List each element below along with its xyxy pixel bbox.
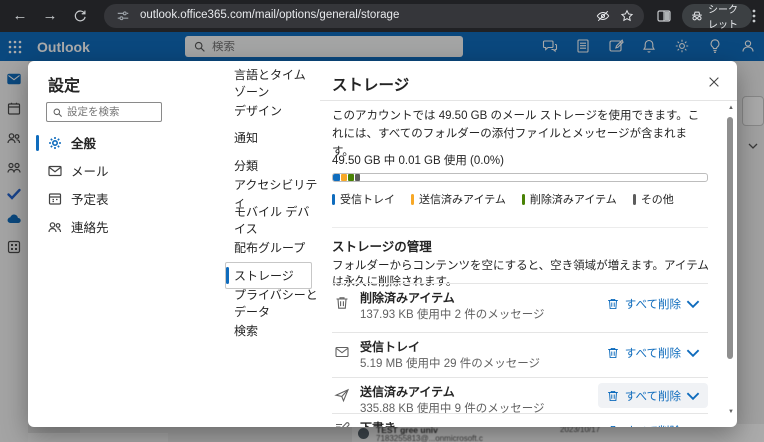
legend-mark bbox=[332, 194, 335, 205]
delete-all-label: すべて削除 bbox=[625, 388, 681, 404]
legend-mark bbox=[633, 194, 636, 205]
browser-back-button[interactable]: ← bbox=[10, 6, 30, 26]
storage-usage-bar bbox=[332, 173, 708, 182]
settings-nav-general[interactable]: 全般 bbox=[36, 129, 204, 156]
url-text: outlook.office365.com/mail/options/gener… bbox=[140, 9, 399, 21]
site-info-tune-icon[interactable] bbox=[116, 9, 130, 23]
inbox-mail-icon bbox=[334, 344, 350, 360]
management-title: ストレージの管理 bbox=[332, 236, 432, 255]
legend-item: その他 bbox=[633, 191, 674, 207]
incognito-label: シークレット bbox=[708, 1, 744, 31]
browser-menu-dots-icon[interactable] bbox=[752, 8, 756, 24]
storage-panel: ストレージ このアカウントでは 49.50 GB のメール ストレージを使用でき… bbox=[320, 61, 737, 427]
scrollbar-down-arrow[interactable]: ▼ bbox=[728, 409, 734, 415]
legend-mark bbox=[522, 194, 525, 205]
legend-label: 送信済みアイテム bbox=[419, 191, 506, 207]
delete-all-button[interactable]: すべて削除 bbox=[598, 291, 708, 316]
browser-forward-button[interactable]: → bbox=[40, 6, 60, 26]
delete-all-button[interactable]: すべて削除 bbox=[598, 418, 708, 427]
subnav-item-privacy-data[interactable]: プライバシーとデータ bbox=[215, 289, 320, 317]
nav-label: 予定表 bbox=[71, 189, 109, 208]
settings-nav-calendar[interactable]: 予定表 bbox=[36, 185, 204, 212]
delete-all-button[interactable]: すべて削除 bbox=[598, 383, 708, 408]
divider bbox=[332, 227, 708, 228]
subnav-item-mobile-devices[interactable]: モバイル デバイス bbox=[215, 207, 320, 235]
legend-label: その他 bbox=[641, 191, 674, 207]
settings-dialog: 設定 全般 メール 予定表 連絡先 言語とタイム ゾーン デザイン 通知 分類 … bbox=[28, 61, 737, 427]
chevron-down-icon bbox=[686, 389, 700, 403]
subnav-item-search[interactable]: 検索 bbox=[215, 317, 320, 345]
usage-summary: 49.50 GB 中 0.01 GB 使用 (0.0%) bbox=[332, 152, 504, 168]
close-icon[interactable] bbox=[707, 75, 723, 91]
folder-usage: 5.19 MB 使用中 29 件のメッセージ bbox=[360, 355, 540, 371]
legend-item: 削除済みアイテム bbox=[522, 191, 617, 207]
gear-icon bbox=[47, 135, 63, 151]
chevron-down-icon bbox=[686, 297, 700, 311]
address-bar[interactable]: outlook.office365.com/mail/options/gener… bbox=[104, 4, 644, 28]
settings-nav-mail[interactable]: メール bbox=[36, 157, 204, 184]
bar-segment-other bbox=[355, 174, 360, 181]
bar-segment-sent bbox=[341, 174, 347, 181]
trash-icon bbox=[606, 424, 620, 428]
tracking-prevention-eye-off-icon[interactable] bbox=[596, 9, 610, 23]
legend-item: 受信トレイ bbox=[332, 191, 395, 207]
bookmark-star-icon[interactable] bbox=[620, 9, 634, 23]
incognito-icon bbox=[690, 9, 704, 23]
trash-icon bbox=[606, 389, 620, 403]
general-subnav: 言語とタイム ゾーン デザイン 通知 分類 アクセシビリティ モバイル デバイス… bbox=[215, 69, 320, 344]
trash-icon bbox=[334, 295, 350, 311]
subnav-item-notifications[interactable]: 通知 bbox=[215, 124, 320, 152]
legend-mark bbox=[411, 194, 414, 205]
folder-row: 下書き すべて削除 bbox=[332, 413, 708, 427]
chevron-down-icon bbox=[686, 424, 700, 428]
delete-all-label: すべて削除 bbox=[625, 296, 681, 312]
settings-search-input[interactable] bbox=[67, 106, 153, 118]
subnav-item-language-timezone[interactable]: 言語とタイム ゾーン bbox=[215, 69, 320, 97]
folder-usage: 137.93 KB 使用中 2 件のメッセージ bbox=[360, 306, 544, 322]
scrollbar-thumb[interactable] bbox=[727, 117, 733, 359]
legend-label: 削除済みアイテム bbox=[530, 191, 617, 207]
folder-row: 送信済みアイテム 335.88 KB 使用中 9 件のメッセージ すべて削除 bbox=[332, 377, 708, 413]
legend-item: 送信済みアイテム bbox=[411, 191, 506, 207]
settings-title: 設定 bbox=[48, 72, 80, 96]
browser-toolbar: ← → outlook.office365.com/mail/options/g… bbox=[0, 0, 764, 32]
send-icon bbox=[334, 387, 350, 403]
chevron-down-icon bbox=[686, 346, 700, 360]
draft-icon bbox=[334, 419, 350, 427]
nav-label: 全般 bbox=[71, 133, 96, 152]
divider bbox=[320, 100, 737, 101]
subnav-item-distribution-groups[interactable]: 配布グループ bbox=[215, 234, 320, 262]
mail-icon bbox=[47, 163, 63, 179]
selected-indicator bbox=[36, 135, 39, 151]
scrollbar-up-arrow[interactable]: ▲ bbox=[728, 105, 734, 111]
delete-all-label: すべて削除 bbox=[625, 423, 681, 428]
trash-icon bbox=[606, 346, 620, 360]
trash-icon bbox=[606, 297, 620, 311]
nav-label: 連絡先 bbox=[71, 217, 109, 236]
nav-label: メール bbox=[71, 161, 109, 180]
bar-segment-inbox bbox=[333, 174, 340, 181]
delete-all-button[interactable]: すべて削除 bbox=[598, 340, 708, 365]
incognito-badge: シークレット bbox=[682, 4, 752, 28]
split-screen-icon[interactable] bbox=[656, 8, 672, 24]
folder-name: 削除済みアイテム bbox=[360, 289, 455, 306]
people-icon bbox=[47, 219, 63, 235]
folder-name: 送信済みアイテム bbox=[360, 383, 455, 400]
settings-search-box[interactable] bbox=[46, 102, 162, 122]
subnav-item-design[interactable]: デザイン bbox=[215, 97, 320, 125]
folder-name: 下書き bbox=[360, 419, 396, 427]
browser-reload-button[interactable] bbox=[70, 6, 90, 26]
settings-nav-contacts[interactable]: 連絡先 bbox=[36, 213, 204, 240]
page-title: ストレージ bbox=[332, 73, 409, 95]
folder-name: 受信トレイ bbox=[360, 338, 420, 355]
usage-legend: 受信トレイ 送信済みアイテム 削除済みアイテム その他 bbox=[332, 191, 674, 207]
folder-row: 削除済みアイテム 137.93 KB 使用中 2 件のメッセージ すべて削除 bbox=[332, 283, 708, 332]
calendar-icon bbox=[47, 191, 63, 207]
delete-all-label: すべて削除 bbox=[625, 345, 681, 361]
bar-segment-deleted bbox=[348, 174, 354, 181]
legend-label: 受信トレイ bbox=[340, 191, 395, 207]
folder-row: 受信トレイ 5.19 MB 使用中 29 件のメッセージ すべて削除 bbox=[332, 332, 708, 377]
search-icon bbox=[52, 107, 63, 118]
